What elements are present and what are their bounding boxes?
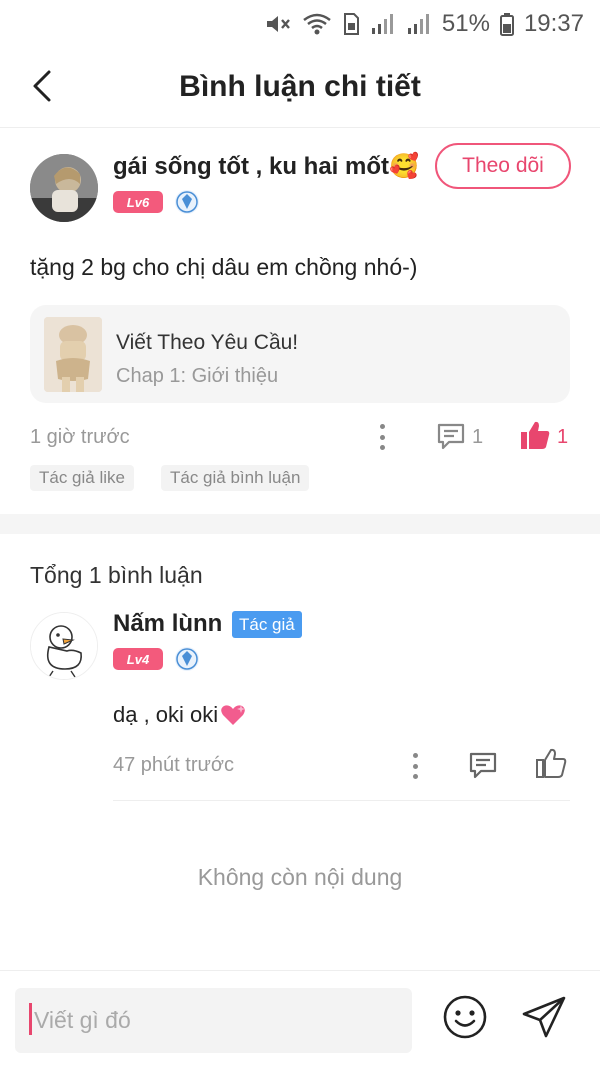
- level-badge: Lv6: [113, 191, 163, 213]
- section-divider: [0, 514, 600, 534]
- text-cursor: [29, 1003, 32, 1035]
- comments-section: Tổng 1 bình luận Nấm lùnn Tác giả Lv4 dạ…: [0, 534, 600, 974]
- more-vertical-icon: [412, 753, 418, 758]
- post-comment-count: 1: [472, 426, 484, 448]
- post: gái sống tốt , ku hai mốt🥰 Theo dõi Lv6 …: [0, 128, 600, 514]
- post-time: 1 giờ trước: [30, 426, 130, 448]
- battery-icon: [499, 12, 514, 36]
- follow-button[interactable]: Theo dõi: [435, 143, 571, 189]
- page-title: Bình luận chi tiết: [179, 70, 421, 103]
- post-author-avatar[interactable]: [30, 154, 98, 222]
- story-cover-image: [44, 317, 102, 392]
- story-card[interactable]: Viết Theo Yêu Cầu! Chap 1: Giới thiệu: [30, 305, 570, 403]
- mute-icon: [264, 12, 292, 36]
- comment-composer: [0, 970, 600, 1067]
- clock: 19:37: [523, 10, 584, 37]
- comment-input[interactable]: [15, 988, 412, 1053]
- story-chapter: Chap 1: Giới thiệu: [116, 365, 279, 387]
- comments-total: Tổng 1 bình luận: [30, 562, 203, 588]
- level-badge: Lv4: [113, 648, 163, 670]
- comment-time: 47 phút trước: [113, 754, 235, 776]
- emoji-icon[interactable]: [442, 994, 488, 1040]
- status-bar: 51% 19:37: [0, 0, 600, 48]
- post-like-count: 1: [557, 426, 569, 448]
- comment-more-button[interactable]: [405, 750, 425, 782]
- author-tag: Tác giả: [232, 611, 302, 638]
- thumbs-up-filled-icon[interactable]: [518, 418, 552, 452]
- comment-divider: [113, 800, 570, 801]
- post-more-button[interactable]: [372, 421, 392, 453]
- comment-text-content: dạ , oki oki: [113, 702, 219, 727]
- verified-shield-icon: [175, 647, 199, 671]
- comment-icon[interactable]: [435, 420, 467, 452]
- sparkling-heart-icon: [221, 705, 246, 725]
- comment-author-name[interactable]: Nấm lùnn: [113, 610, 222, 638]
- signal-icon: [370, 12, 396, 36]
- signal-icon-2: [406, 12, 432, 36]
- app-header: Bình luận chi tiết: [0, 48, 600, 128]
- thumbs-up-outline-icon[interactable]: [534, 746, 568, 780]
- more-vertical-icon: [379, 424, 385, 429]
- wifi-icon: [302, 12, 332, 36]
- sim-card-icon: [342, 12, 360, 36]
- end-of-list-text: Không còn nội dung: [197, 864, 403, 890]
- tag-author-commented: Tác giả bình luận: [161, 465, 310, 491]
- post-content: tặng 2 bg cho chị dâu em chồng nhó-): [30, 254, 418, 280]
- tag-author-liked: Tác giả like: [30, 465, 134, 491]
- reply-icon[interactable]: [467, 749, 499, 781]
- comment-author-avatar[interactable]: [30, 612, 98, 680]
- send-icon[interactable]: [520, 994, 568, 1040]
- verified-shield-icon: [175, 190, 199, 214]
- battery-percent: 51%: [441, 10, 490, 37]
- comment-text: dạ , oki oki: [113, 702, 247, 728]
- story-title: Viết Theo Yêu Cầu!: [116, 331, 299, 354]
- post-author-name[interactable]: gái sống tốt , ku hai mốt🥰: [113, 152, 419, 181]
